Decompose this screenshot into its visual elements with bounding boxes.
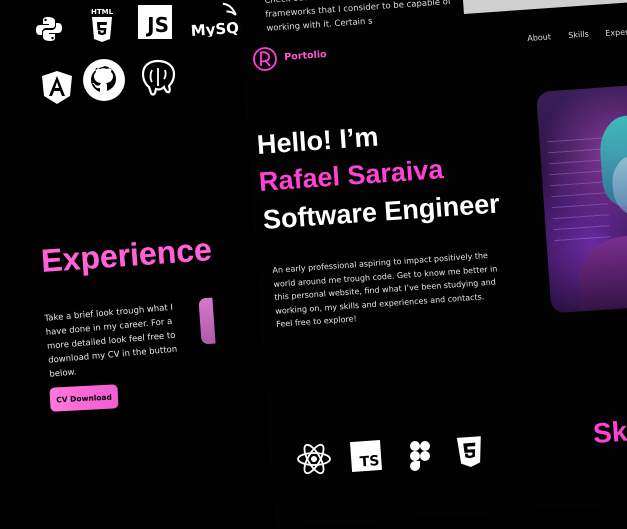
cv-download-button[interactable]: CV Download [49, 384, 119, 412]
experience-description: Take a brief look trough what I have don… [44, 302, 178, 380]
github-icon [82, 58, 126, 102]
html5-icon: HTML [88, 6, 116, 46]
avatar-portrait-card [536, 84, 627, 314]
nav-item-skills[interactable]: Skills [568, 30, 589, 40]
react-icon [296, 442, 332, 480]
portfolio-logo-icon[interactable] [252, 46, 278, 72]
typescript-icon: TS [349, 439, 383, 473]
html5-icon-bottom [455, 435, 485, 473]
nav-item-about[interactable]: About [527, 32, 551, 43]
nav-item-experience[interactable]: Exper [605, 27, 627, 38]
postgresql-icon [138, 58, 178, 98]
skills-title: Sk [592, 415, 627, 449]
javascript-icon: JS [138, 5, 172, 39]
python-icon [34, 14, 64, 44]
figma-icon [408, 440, 432, 478]
angular-icon [40, 70, 74, 106]
